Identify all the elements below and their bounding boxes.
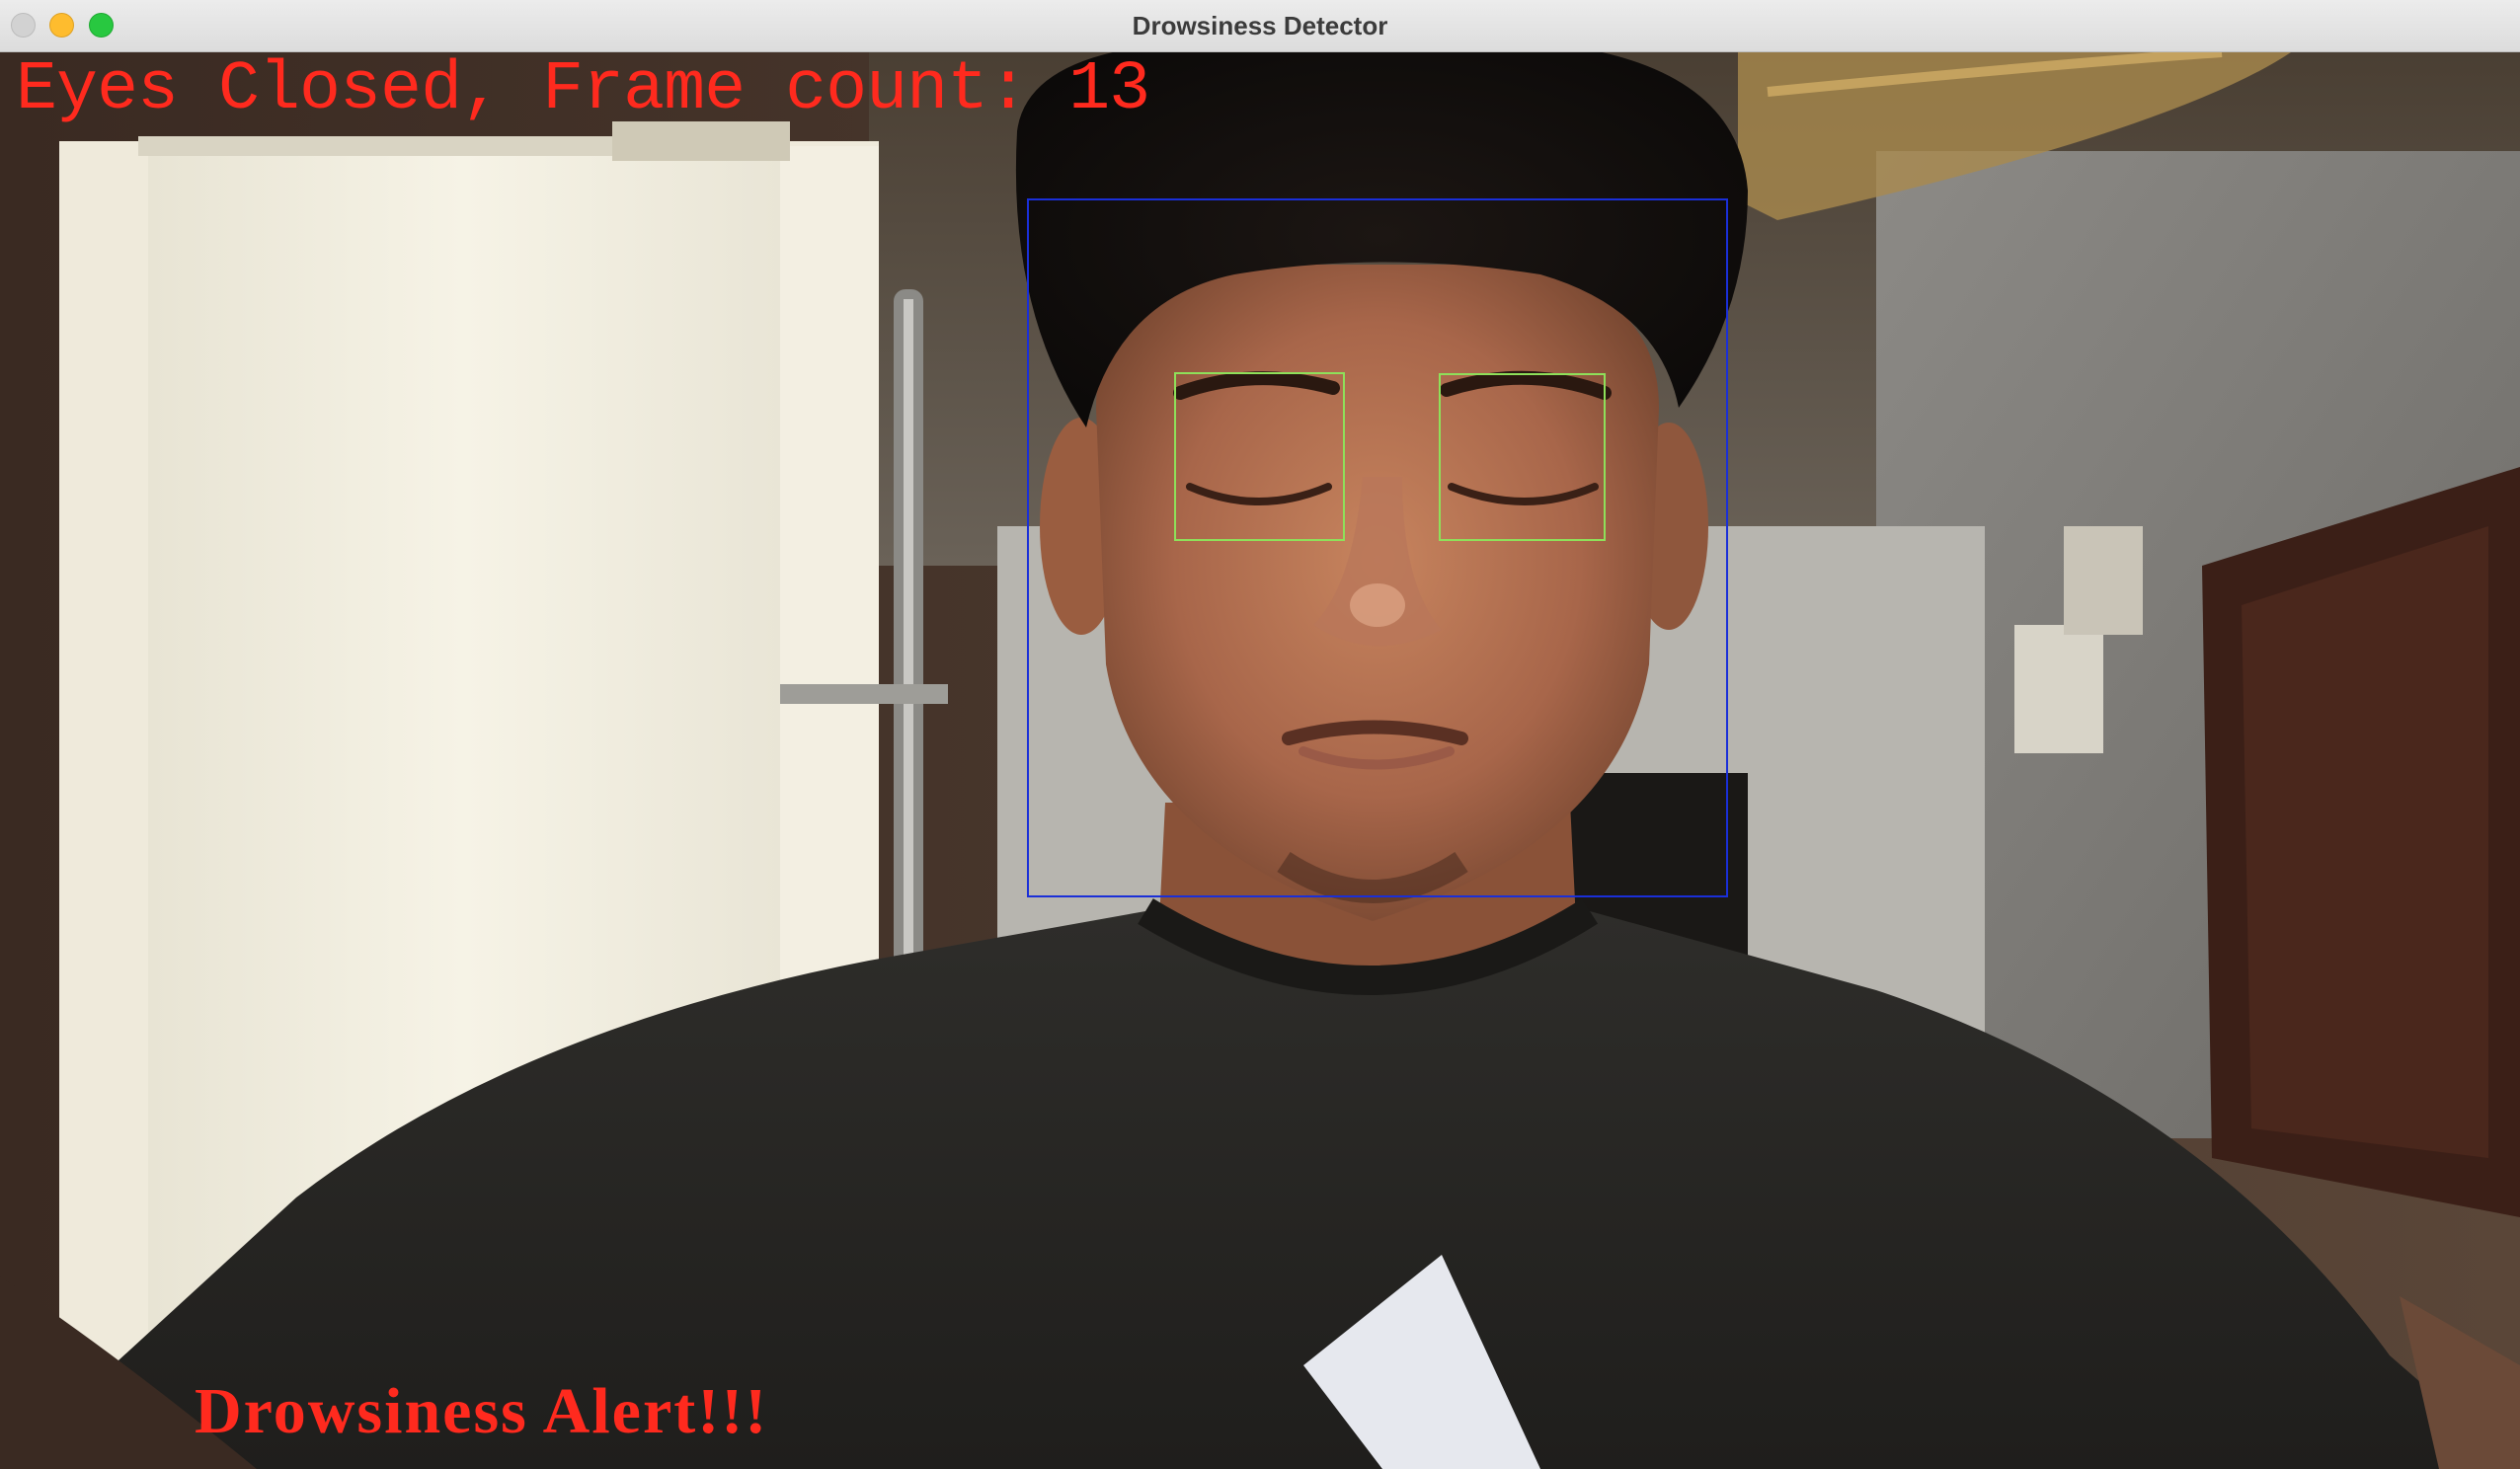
camera-frame: Eyes Closed, Frame count: 13 Drowsiness … <box>0 52 2520 1469</box>
title-bar[interactable]: Drowsiness Detector <box>0 0 2520 52</box>
eye-status-overlay: Eyes Closed, Frame count: 13 <box>16 52 1150 129</box>
drowsiness-alert-overlay: Drowsiness Alert!!! <box>195 1375 769 1447</box>
app-window: Drowsiness Detector Eyes Closed, Frame c… <box>0 0 2520 1469</box>
window-title: Drowsiness Detector <box>1132 11 1388 40</box>
camera-image <box>0 52 2520 1469</box>
